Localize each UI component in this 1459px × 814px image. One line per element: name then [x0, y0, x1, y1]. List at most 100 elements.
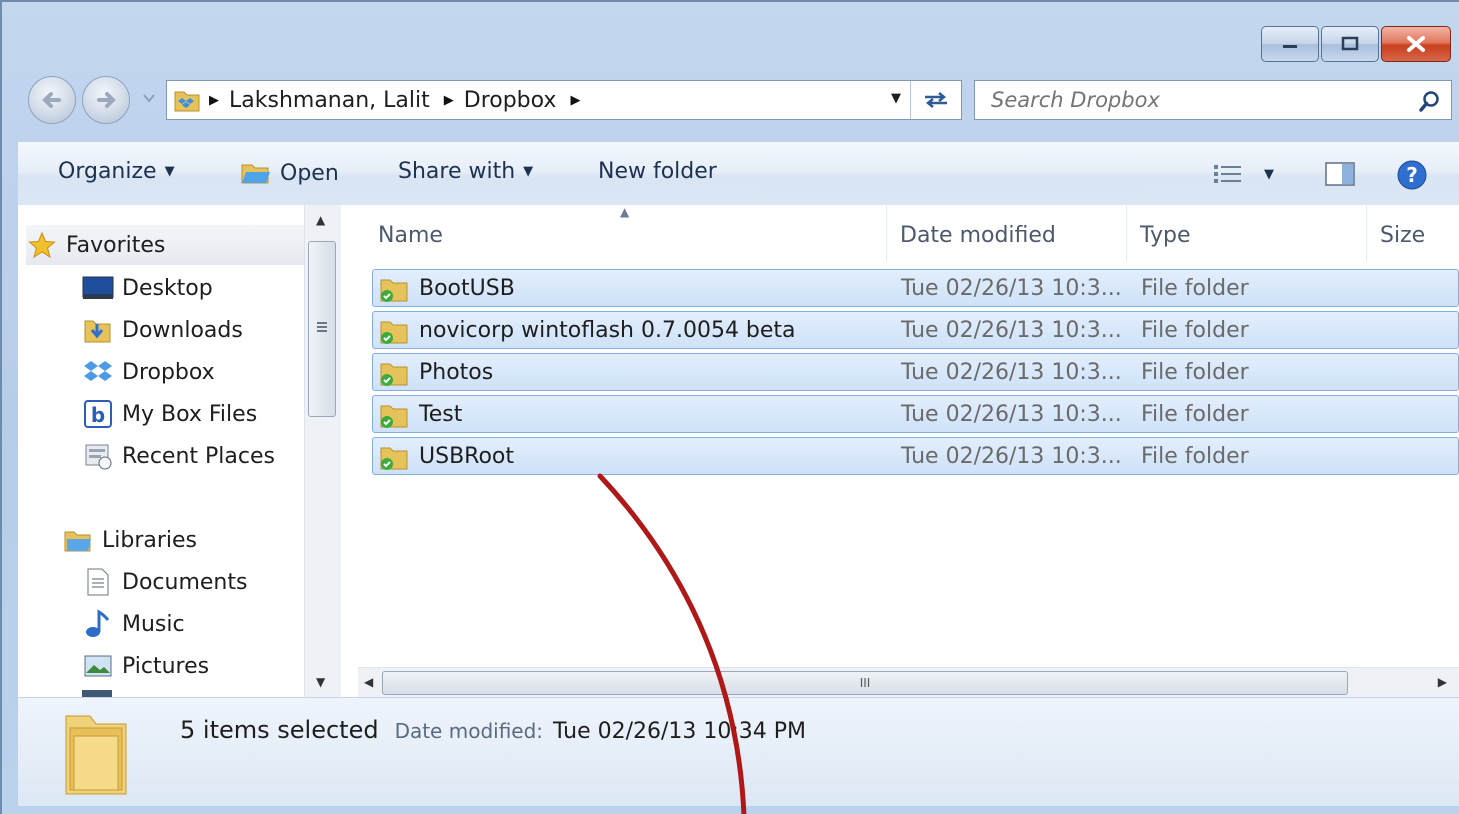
- navpane-vertical-scrollbar[interactable]: ▲ ▼: [304, 205, 341, 697]
- scroll-right-icon[interactable]: ▶: [1438, 675, 1447, 689]
- search-icon[interactable]: [1419, 90, 1441, 112]
- column-divider[interactable]: [1126, 205, 1127, 261]
- change-view-button[interactable]: ▼: [1212, 163, 1274, 185]
- breadcrumb-arrow-icon[interactable]: ▶: [209, 93, 219, 108]
- maximize-button[interactable]: [1321, 26, 1379, 62]
- file-type: File folder: [1141, 360, 1249, 385]
- filelist-scroll-thumb[interactable]: III: [382, 671, 1348, 695]
- nav-recent-places[interactable]: Recent Places: [82, 436, 275, 476]
- refresh-button[interactable]: [910, 81, 961, 119]
- file-type: File folder: [1141, 318, 1249, 343]
- close-button[interactable]: [1381, 26, 1451, 62]
- breadcrumb-user[interactable]: Lakshmanan, Lalit: [229, 88, 430, 113]
- nav-dropbox[interactable]: Dropbox: [82, 352, 215, 392]
- preview-pane-button[interactable]: [1324, 161, 1356, 187]
- file-date: Tue 02/26/13 10:3...: [901, 360, 1122, 385]
- nav-pictures[interactable]: Pictures: [82, 646, 209, 686]
- nav-libraries-label: Libraries: [102, 527, 198, 553]
- nav-favorites-label: Favorites: [66, 232, 166, 258]
- selected-count: 5 items selected: [180, 716, 379, 744]
- column-header-type[interactable]: Type: [1140, 215, 1191, 255]
- nav-favorites[interactable]: Favorites: [26, 225, 304, 265]
- breadcrumb-arrow-icon[interactable]: ▶: [444, 93, 454, 108]
- organize-label: Organize: [58, 159, 157, 184]
- filelist-horizontal-scrollbar[interactable]: ◀ III ▶: [358, 667, 1459, 698]
- share-with-menu[interactable]: Share with ▼: [398, 159, 533, 184]
- file-row[interactable]: USBRoot Tue 02/26/13 10:3... File folder: [372, 437, 1459, 475]
- desktop-icon: [82, 272, 114, 304]
- file-type: File folder: [1141, 276, 1249, 301]
- svg-text:b: b: [91, 403, 105, 427]
- nav-my-box-files-label: My Box Files: [122, 401, 258, 427]
- explorer-window: ▶ Lakshmanan, Lalit ▶ Dropbox ▶ ▼ Organi…: [0, 0, 1459, 814]
- search-box[interactable]: [974, 80, 1452, 120]
- breadcrumb-dropbox[interactable]: Dropbox: [464, 88, 557, 113]
- nav-libraries[interactable]: Libraries: [62, 520, 197, 560]
- sort-ascending-icon: ▲: [620, 205, 630, 219]
- view-dropdown-icon: ▼: [1264, 166, 1274, 182]
- maximize-icon: [1341, 36, 1359, 51]
- navigation-pane: Favorites Desktop Downloads Dropbox b My…: [18, 205, 341, 697]
- breadcrumb-arrow-icon[interactable]: ▶: [570, 93, 580, 108]
- address-dropdown-icon[interactable]: ▼: [891, 91, 901, 106]
- box-icon: b: [82, 398, 114, 430]
- nav-music[interactable]: Music: [82, 604, 185, 644]
- synced-folder-icon: [379, 442, 409, 478]
- column-header-size[interactable]: Size: [1380, 215, 1425, 255]
- nav-pictures-label: Pictures: [122, 653, 210, 679]
- file-row[interactable]: Test Tue 02/26/13 10:3... File folder: [372, 395, 1459, 433]
- dropbox-folder-icon: [174, 91, 200, 112]
- pictures-icon: [82, 650, 114, 682]
- help-button[interactable]: ?: [1396, 159, 1428, 191]
- star-icon: [26, 229, 58, 261]
- share-with-label: Share with: [398, 159, 516, 184]
- grip-icon: [317, 322, 327, 324]
- forward-button[interactable]: [82, 76, 130, 124]
- caption-buttons: [1261, 26, 1451, 62]
- scroll-up-icon[interactable]: ▲: [316, 213, 325, 227]
- file-name: USBRoot: [419, 444, 515, 469]
- nav-desktop[interactable]: Desktop: [82, 268, 213, 308]
- new-folder-button[interactable]: New folder: [598, 159, 717, 184]
- svg-text:?: ?: [1406, 163, 1418, 187]
- minimize-button[interactable]: [1261, 26, 1319, 62]
- column-divider[interactable]: [886, 205, 887, 261]
- navigation-bar: ▶ Lakshmanan, Lalit ▶ Dropbox ▶ ▼: [24, 74, 1452, 126]
- refresh-icon: [925, 92, 947, 108]
- file-name: novicorp wintoflash 0.7.0054 beta: [419, 318, 796, 343]
- file-date: Tue 02/26/13 10:3...: [901, 402, 1122, 427]
- synced-folder-icon: [379, 358, 409, 394]
- column-divider[interactable]: [1366, 205, 1367, 261]
- file-date: Tue 02/26/13 10:3...: [901, 276, 1122, 301]
- scroll-left-icon[interactable]: ◀: [364, 675, 373, 689]
- file-row[interactable]: BootUSB Tue 02/26/13 10:3... File folder: [372, 269, 1459, 307]
- organize-menu[interactable]: Organize ▼: [58, 159, 175, 184]
- address-bar[interactable]: ▶ Lakshmanan, Lalit ▶ Dropbox ▶ ▼: [166, 80, 962, 120]
- arrow-right-icon: [97, 92, 116, 108]
- minimize-icon: [1283, 45, 1297, 48]
- file-row[interactable]: Photos Tue 02/26/13 10:3... File folder: [372, 353, 1459, 391]
- search-input[interactable]: [989, 87, 1393, 113]
- command-bar: Organize ▼ Open Share with ▼ New folder …: [18, 142, 1459, 206]
- navpane-scroll-thumb[interactable]: [308, 241, 336, 417]
- date-modified-value: Tue 02/26/13 10:34 PM: [553, 719, 807, 744]
- scroll-down-icon[interactable]: ▼: [316, 675, 325, 689]
- back-button[interactable]: [28, 76, 76, 124]
- open-button[interactable]: Open: [240, 159, 339, 187]
- column-header-name[interactable]: Name: [378, 215, 443, 255]
- nav-downloads-label: Downloads: [122, 317, 243, 343]
- file-date: Tue 02/26/13 10:3...: [901, 318, 1122, 343]
- nav-recent-places-label: Recent Places: [122, 443, 275, 469]
- synced-folder-icon: [379, 316, 409, 352]
- music-icon: [82, 608, 114, 640]
- column-header-date[interactable]: Date modified: [900, 215, 1056, 255]
- file-list: ▲ Name Date modified Type Size BootUSB T…: [358, 205, 1459, 697]
- nav-downloads[interactable]: Downloads: [82, 310, 243, 350]
- file-row[interactable]: novicorp wintoflash 0.7.0054 beta Tue 02…: [372, 311, 1459, 349]
- view-details-icon: [1214, 165, 1241, 183]
- nav-music-label: Music: [122, 611, 185, 637]
- nav-documents[interactable]: Documents: [82, 562, 247, 602]
- nav-my-box-files[interactable]: b My Box Files: [82, 394, 257, 434]
- dropbox-icon: [82, 356, 114, 388]
- recent-pages-chevron-icon[interactable]: [142, 92, 156, 104]
